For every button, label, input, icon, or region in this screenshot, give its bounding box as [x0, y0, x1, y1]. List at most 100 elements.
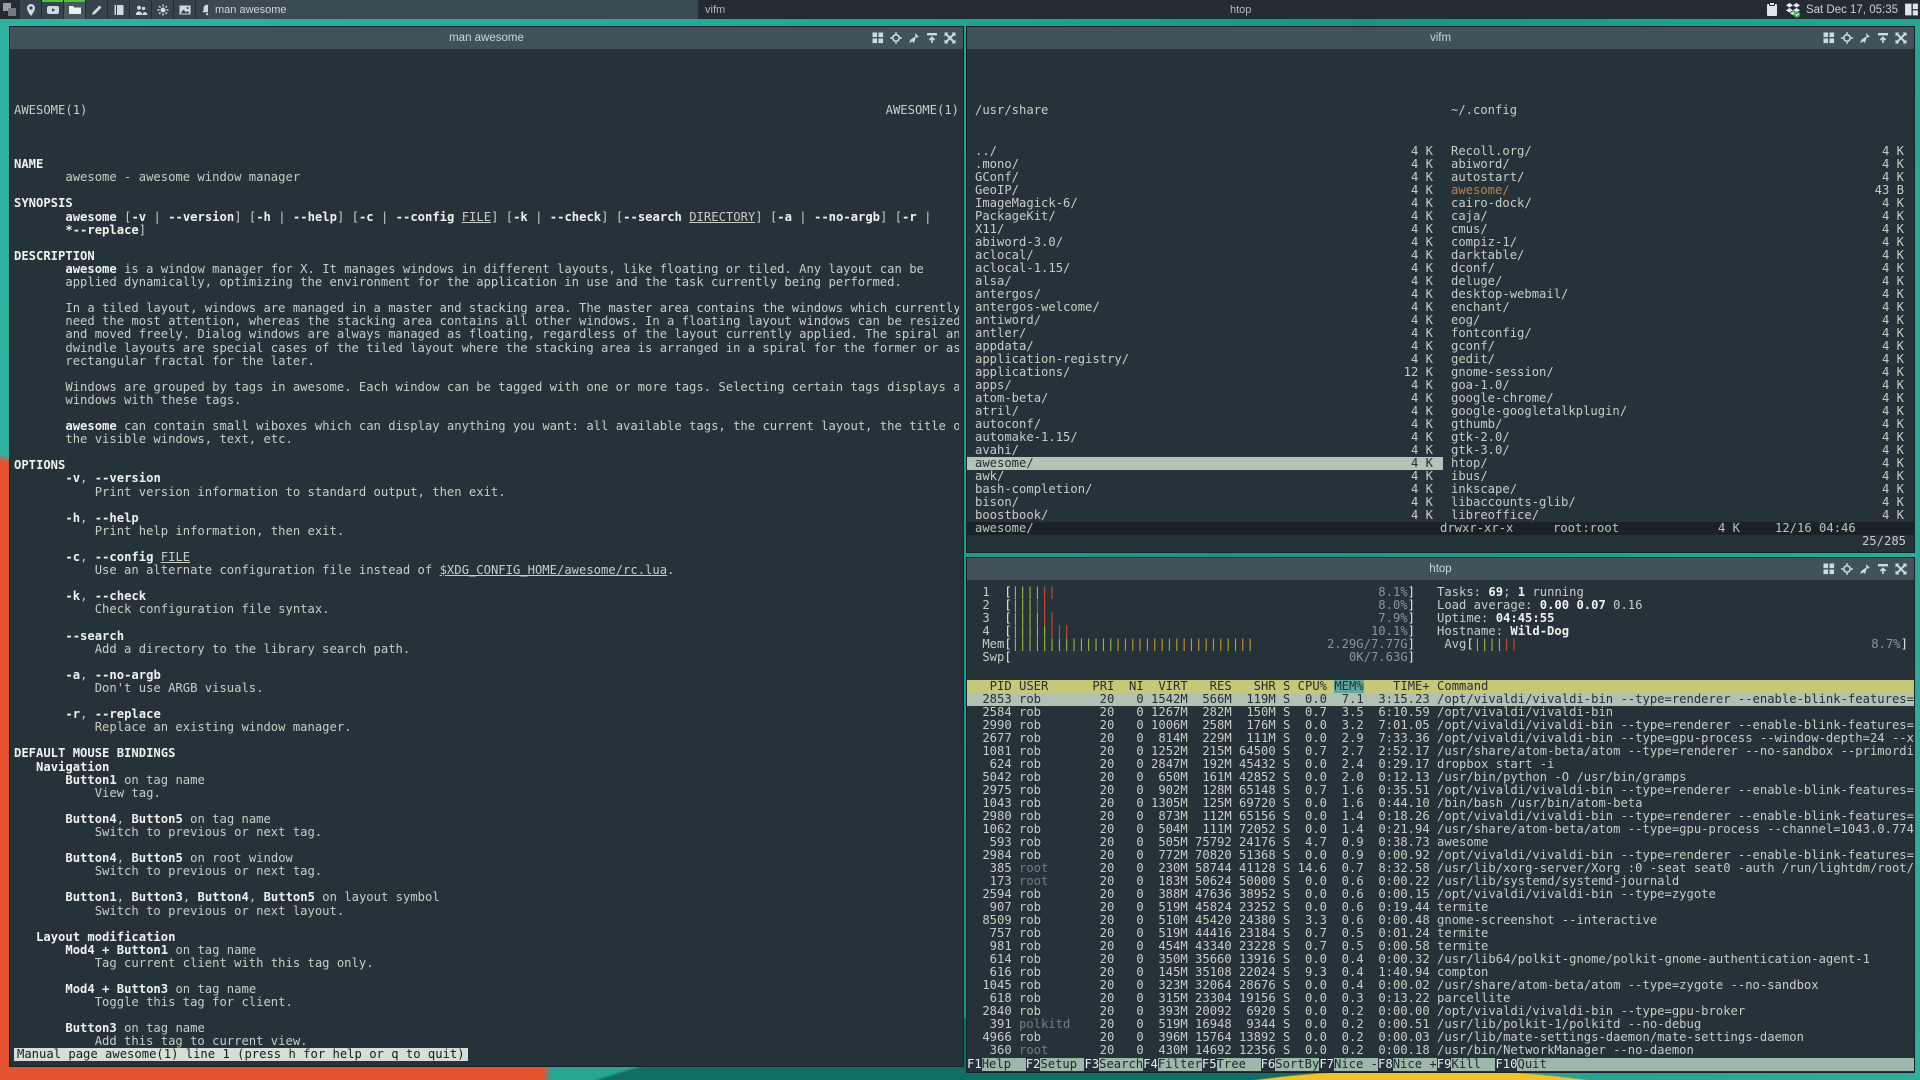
fkey-f4[interactable]: F4Filter [1143, 1057, 1202, 1071]
column-header-ni[interactable]: NI [1122, 680, 1144, 693]
fkey-f3[interactable]: F3Search [1084, 1057, 1143, 1071]
process-row[interactable]: 1045 rob 20 0 323M 32064 28676 S 0.0 0.4… [967, 979, 1914, 992]
process-row[interactable]: 385 root 20 0 230M 58744 41128 S 14.6 0.… [967, 862, 1914, 875]
vifm-file-row[interactable]: antergos/4 K [967, 288, 1443, 301]
vifm-file-row[interactable]: enchant/4 K [1443, 301, 1914, 314]
process-row[interactable]: 360 root 20 0 430M 14692 12356 S 0.0 0.2… [967, 1044, 1914, 1057]
vifm-file-row[interactable]: cairo-dock/4 K [1443, 197, 1914, 210]
launcher-gears-icon[interactable] [152, 0, 173, 19]
vifm-file-row[interactable]: ibus/4 K [1443, 470, 1914, 483]
vifm-file-row[interactable]: avahi/4 K [967, 444, 1443, 457]
fkey-f5[interactable]: F5Tree [1201, 1057, 1261, 1071]
launcher-image-icon[interactable] [174, 0, 195, 19]
vifm-file-row[interactable]: Recoll.org/4 K [1443, 145, 1914, 158]
vifm-file-row[interactable]: compiz-1/4 K [1443, 236, 1914, 249]
process-row[interactable]: 4966 rob 20 0 396M 15764 13892 S 0.0 0.2… [967, 1031, 1914, 1044]
process-row[interactable]: 2975 rob 20 0 902M 128M 65148 S 0.7 1.6 … [967, 784, 1914, 797]
process-row[interactable]: 2853 rob 20 0 1542M 566M 119M S 0.0 7.1 … [967, 693, 1914, 706]
process-row[interactable]: 2840 rob 20 0 393M 20092 6920 S 0.0 0.2 … [967, 1005, 1914, 1018]
vifm-file-row[interactable]: antiword/4 K [967, 314, 1443, 327]
column-header-cmd[interactable]: Command [1437, 680, 1488, 693]
floating-icon[interactable] [872, 32, 884, 44]
vifm-file-row[interactable]: google-googletalkplugin/4 K [1443, 405, 1914, 418]
vifm-file-row[interactable]: awk/4 K [967, 470, 1443, 483]
column-header-s[interactable]: S [1283, 680, 1290, 693]
vifm-file-row[interactable]: gthumb/4 K [1443, 418, 1914, 431]
sticky-icon[interactable] [1859, 563, 1871, 575]
launcher-pencil-icon[interactable] [86, 0, 107, 19]
process-row[interactable]: 593 rob 20 0 505M 75792 24176 S 4.7 0.9 … [967, 836, 1914, 849]
vifm-file-row[interactable]: .mono/4 K [967, 158, 1443, 171]
vifm-file-row[interactable]: awesome/43 B [1443, 184, 1914, 197]
process-row[interactable]: 2984 rob 20 0 772M 70820 51368 S 0.0 0.9… [967, 849, 1914, 862]
fkey-f8[interactable]: F8Nice + [1378, 1057, 1437, 1071]
sticky-icon[interactable] [1859, 32, 1871, 44]
launcher-video-icon[interactable] [42, 0, 63, 19]
fkey-f10[interactable]: F10Quit [1495, 1057, 1547, 1071]
column-header-cpu[interactable]: CPU% [1298, 680, 1327, 693]
taskbar-item-vifm[interactable]: vifm [698, 0, 1223, 19]
fkey-f9[interactable]: F9Kill [1436, 1057, 1496, 1071]
column-header-res[interactable]: RES [1195, 680, 1232, 693]
close-icon[interactable] [944, 32, 956, 44]
close-icon[interactable] [1895, 563, 1907, 575]
vifm-file-row[interactable]: eog/4 K [1443, 314, 1914, 327]
vifm-file-row[interactable]: htop/4 K [1443, 457, 1914, 470]
process-row[interactable]: 616 rob 20 0 145M 35108 22024 S 9.3 0.4 … [967, 966, 1914, 979]
process-row[interactable]: 2584 rob 20 0 1267M 282M 150M S 0.7 3.5 … [967, 706, 1914, 719]
column-header-shr[interactable]: SHR [1239, 680, 1276, 693]
man-titlebar[interactable]: man awesome [10, 27, 963, 49]
vifm-file-row[interactable]: inkscape/4 K [1443, 483, 1914, 496]
vifm-file-row[interactable]: gtk-2.0/4 K [1443, 431, 1914, 444]
fkey-f1[interactable]: F1Help [967, 1057, 1026, 1071]
close-icon[interactable] [1895, 32, 1907, 44]
vifm-file-row[interactable]: fontconfig/4 K [1443, 327, 1914, 340]
vifm-file-row[interactable]: autostart/4 K [1443, 171, 1914, 184]
sticky-icon[interactable] [908, 32, 920, 44]
vifm-file-row[interactable]: aclocal/4 K [967, 249, 1443, 262]
vifm-file-row[interactable]: antler/4 K [967, 327, 1443, 340]
vifm-file-row[interactable]: antergos-welcome/4 K [967, 301, 1443, 314]
vifm-file-row[interactable]: automake-1.15/4 K [967, 431, 1443, 444]
column-header-pri[interactable]: PRI [1092, 680, 1114, 693]
fkey-f2[interactable]: F2Setup [1025, 1057, 1085, 1071]
process-row[interactable]: 981 rob 20 0 454M 43340 23228 S 0.7 0.5 … [967, 940, 1914, 953]
vifm-file-row[interactable]: GeoIP/4 K [967, 184, 1443, 197]
vifm-file-row[interactable]: gtk-3.0/4 K [1443, 444, 1914, 457]
vifm-file-row[interactable]: atom-beta/4 K [967, 392, 1443, 405]
vifm-file-row[interactable]: aclocal-1.15/4 K [967, 262, 1443, 275]
vifm-file-row[interactable]: goa-1.0/4 K [1443, 379, 1914, 392]
vifm-file-row[interactable]: X11/4 K [967, 223, 1443, 236]
process-row[interactable]: 1062 rob 20 0 504M 111M 72052 S 0.0 1.4 … [967, 823, 1914, 836]
layout-indicator-icon[interactable] [1903, 2, 1919, 18]
vifm-file-row[interactable]: ../4 K [967, 145, 1443, 158]
vifm-file-row[interactable]: desktop-webmail/4 K [1443, 288, 1914, 301]
column-header-time[interactable]: TIME+ [1371, 680, 1430, 693]
vifm-file-row[interactable]: cmus/4 K [1443, 223, 1914, 236]
vifm-file-row[interactable]: appdata/4 K [967, 340, 1443, 353]
htop-titlebar[interactable]: htop [967, 558, 1914, 580]
process-row[interactable]: 618 rob 20 0 315M 23304 19156 S 0.0 0.3 … [967, 992, 1914, 1005]
vifm-file-row[interactable]: darktable/4 K [1443, 249, 1914, 262]
dropbox-icon[interactable] [1785, 2, 1801, 18]
ontop-icon[interactable] [890, 32, 902, 44]
vifm-file-row[interactable]: applications/12 K [967, 366, 1443, 379]
vifm-file-row[interactable]: gconf/4 K [1443, 340, 1914, 353]
launcher-book-icon[interactable] [108, 0, 129, 19]
process-table-header[interactable]: PID USER PRI NI VIRT RES SHR S CPU% MEM%… [967, 680, 1914, 693]
vifm-file-row[interactable]: gnome-session/4 K [1443, 366, 1914, 379]
fkey-f7[interactable]: F7Nice - [1319, 1057, 1378, 1071]
process-row[interactable]: 2594 rob 20 0 388M 47636 38952 S 0.0 0.6… [967, 888, 1914, 901]
vifm-file-row[interactable]: GConf/4 K [967, 171, 1443, 184]
process-row[interactable]: 5042 rob 20 0 650M 161M 42852 S 0.0 2.0 … [967, 771, 1914, 784]
floating-icon[interactable] [1823, 32, 1835, 44]
process-row[interactable]: 391 polkitd 20 0 519M 16948 9344 S 0.0 0… [967, 1018, 1914, 1031]
vifm-file-row[interactable]: libaccounts-glib/4 K [1443, 496, 1914, 509]
vifm-file-row[interactable]: abiword/4 K [1443, 158, 1914, 171]
vifm-file-row[interactable]: google-chrome/4 K [1443, 392, 1914, 405]
vifm-file-row[interactable]: atril/4 K [967, 405, 1443, 418]
process-row[interactable]: 173 root 20 0 183M 50624 50000 S 0.0 0.6… [967, 875, 1914, 888]
process-row[interactable]: 614 rob 20 0 350M 35660 13916 S 0.0 0.4 … [967, 953, 1914, 966]
vifm-file-row[interactable]: alsa/4 K [967, 275, 1443, 288]
floating-icon[interactable] [1823, 563, 1835, 575]
